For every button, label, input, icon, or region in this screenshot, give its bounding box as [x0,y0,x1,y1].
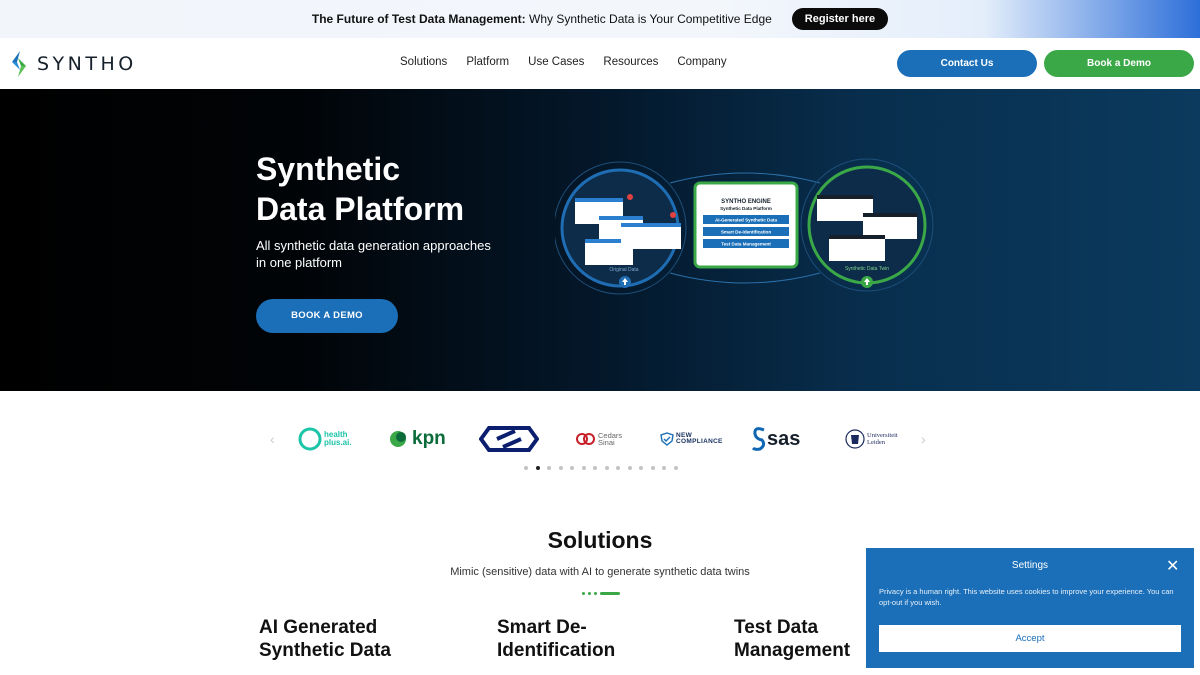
cookie-settings-title[interactable]: Settings [866,560,1194,571]
solution-ai-line2: Synthetic Data [259,640,391,661]
cookie-consent-panel: Settings ✕ Privacy is a human right. Thi… [866,548,1194,668]
solution-ai-line1: AI Generated [259,617,378,638]
logo-new-compliance: NEW COMPLIANCE [660,425,723,453]
engine-feature-3: Test Data Management [721,242,771,247]
close-icon[interactable]: ✕ [1166,556,1179,576]
solution-deid-line2: Identification [497,640,616,661]
site-header: SYNTHO Solutions Platform Use Cases Reso… [0,38,1200,89]
solution-test-data[interactable]: Test Data Management [734,616,850,662]
carousel-pagination [524,466,685,470]
cookie-accept-button[interactable]: Accept [879,625,1181,652]
cedars-sinai-icon [576,433,595,445]
logo-sas: sas [752,425,800,453]
solution-tdm-line2: Management [734,640,851,661]
carousel-prev-icon[interactable]: ‹ [270,431,275,447]
client-logos-carousel: ‹ › health plus.ai. kpn Cedars Sinai NEW CO… [0,391,1200,491]
leiden-line1: Universiteit [867,432,898,439]
solution-tdm-line1: Test Data [734,617,819,638]
hero-subtitle: All synthetic data generation approaches… [256,238,491,270]
carousel-dot[interactable] [581,466,586,470]
hero-title: Synthetic Data Platform [256,149,464,229]
logo-kpn: kpn [388,425,446,453]
healthplus-icon [298,427,322,451]
main-nav: Solutions Platform Use Cases Resources C… [400,56,746,68]
carousel-dot[interactable] [650,466,655,470]
carousel-next-icon[interactable]: › [921,431,926,447]
nav-item-use-cases[interactable]: Use Cases [528,56,584,68]
carousel-dot[interactable] [524,466,528,470]
solution-de-identification[interactable]: Smart De- Identification [497,616,615,662]
announcement-body: Why Synthetic Data is Your Competitive E… [525,12,772,26]
contact-us-button[interactable]: Contact Us [897,50,1037,77]
engine-subtitle: Synthetic Data Platform [720,206,772,211]
logo-universiteit-leiden: Universiteit Leiden [845,425,898,453]
kpn-text: kpn [412,428,446,449]
shield-check-icon [660,432,674,446]
hero-title-line1: Synthetic [256,151,401,187]
nav-item-solutions[interactable]: Solutions [400,56,447,68]
carousel-dot-active[interactable] [535,466,540,470]
hero-section: Synthetic Data Platform All synthetic da… [0,89,1200,391]
book-demo-hero-button[interactable]: BOOK A DEMO [256,299,398,333]
carousel-dot[interactable] [627,466,632,470]
carousel-dot[interactable] [547,466,551,470]
syntho-engine-box [693,181,799,269]
solutions-divider [582,592,620,595]
announcement-text: The Future of Test Data Management: Why … [312,12,772,26]
logo-ns [479,425,539,453]
register-button[interactable]: Register here [791,8,889,30]
ns-logo-icon [479,426,539,452]
carousel-dot[interactable] [604,466,609,470]
cookie-text: Privacy is a human right. This website u… [879,587,1174,607]
newcompliance-line2: COMPLIANCE [676,438,723,445]
carousel-dot[interactable] [662,466,666,470]
announcement-bar: The Future of Test Data Management: Why … [0,0,1200,38]
sas-text: sas [767,427,801,450]
syntho-logo[interactable]: SYNTHO [8,50,137,78]
cedars-line2: Sinai [598,438,615,447]
logo-text: SYNTHO [37,53,137,75]
sas-icon [752,427,766,451]
leiden-line2: Leiden [867,439,886,446]
book-demo-header-button[interactable]: Book a Demo [1044,50,1194,77]
logo-healthplus: health plus.ai. [298,425,352,453]
engine-feature-2: Smart De-Identification [721,230,771,235]
healthplus-line2: plus.ai. [324,438,352,447]
carousel-dot[interactable] [673,466,678,470]
kpn-icon [390,431,406,447]
leiden-seal-icon [845,429,865,449]
carousel-dot[interactable] [639,466,643,470]
carousel-dot[interactable] [616,466,620,470]
platform-diagram: Original Data SYNTHO ENGINE Synthetic Da… [555,158,934,295]
carousel-dot[interactable] [570,466,574,470]
announcement-strong: The Future of Test Data Management: [311,12,526,26]
nav-item-platform[interactable]: Platform [466,56,509,68]
synthetic-data-caption: Synthetic Data Twin [845,266,889,272]
hero-title-line2: Data Platform [256,191,465,227]
engine-feature-1: AI-Generated Synthetic Data [715,218,777,223]
carousel-dot[interactable] [558,466,563,470]
solution-deid-line1: Smart De- [497,617,587,638]
logo-cedars-sinai: Cedars Sinai [575,425,622,453]
nav-item-resources[interactable]: Resources [603,56,658,68]
engine-title: SYNTHO ENGINE [721,199,771,205]
original-data-caption: Original Data [609,267,638,273]
carousel-dot[interactable] [593,466,597,470]
syntho-logo-icon [12,51,26,77]
solution-ai-generated[interactable]: AI Generated Synthetic Data [259,616,391,662]
nav-item-company[interactable]: Company [677,56,726,68]
